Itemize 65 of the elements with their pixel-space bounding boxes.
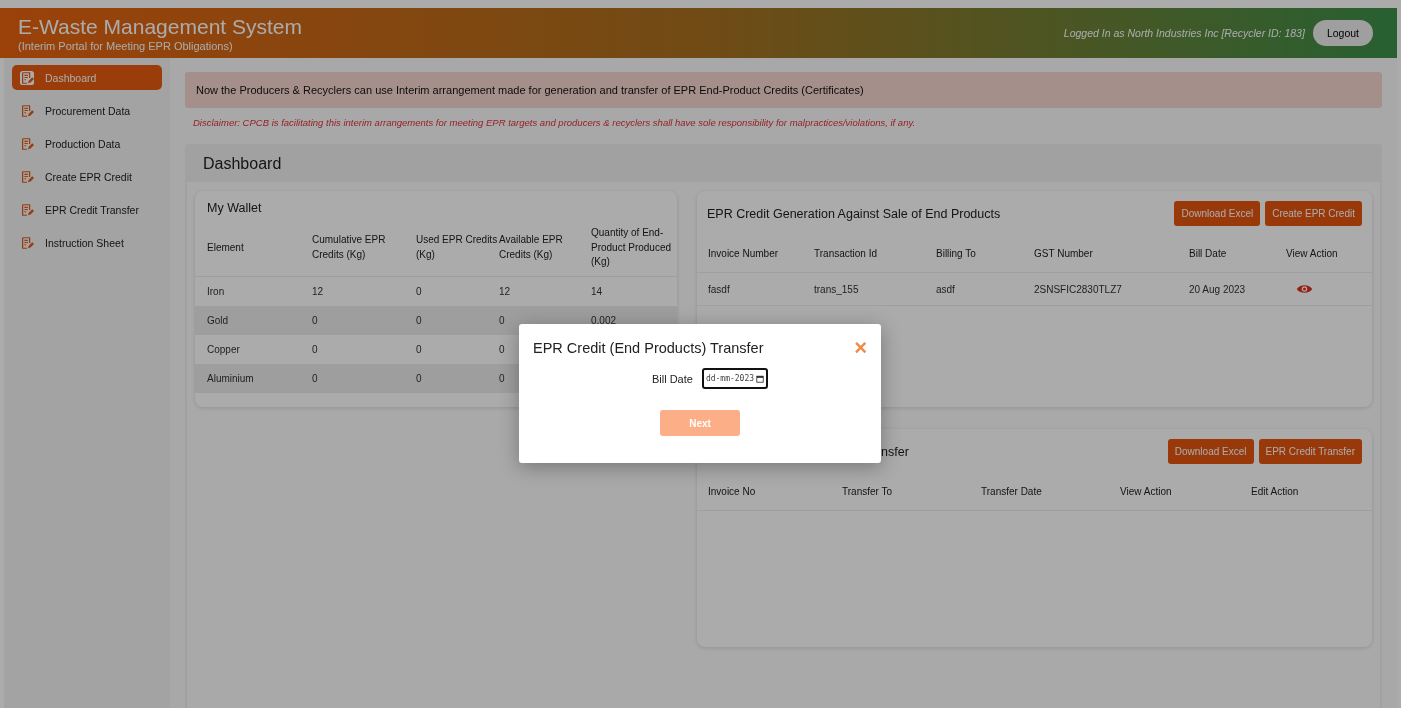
- document-icon: [20, 235, 34, 250]
- document-icon: [20, 136, 34, 151]
- sidebar-item[interactable]: EPR Credit Transfer: [12, 197, 162, 222]
- table-cell-text: 20 Aug 2023: [1189, 283, 1247, 295]
- sidebar-item[interactable]: Production Data: [12, 131, 162, 156]
- card-title: My Wallet: [206, 201, 263, 217]
- sidebar-item[interactable]: Instruction Sheet: [12, 230, 162, 255]
- table-cell: 0: [312, 314, 318, 326]
- column-header: View Action: [1120, 485, 1173, 497]
- sidebar-item[interactable]: Procurement Data: [12, 98, 162, 123]
- table-cell: Copper: [207, 343, 240, 355]
- column-header: Bill Date: [1189, 247, 1228, 259]
- table-cell-text: 2SNSFIC2830TLZ7: [1034, 283, 1123, 295]
- table-cell: 0: [312, 343, 318, 355]
- document-icon: [20, 103, 34, 118]
- column-header: GST Number: [1034, 247, 1094, 259]
- date-field[interactable]: dd-mm-2023: [701, 368, 769, 389]
- column-header: Billing To: [936, 247, 977, 259]
- table-cell: 12: [312, 285, 324, 297]
- table-cell-text: asdf: [936, 283, 956, 295]
- table-cell: 0.002: [591, 314, 617, 326]
- table-cell: 0: [416, 314, 422, 326]
- column-header: Used EPR Credits (Kg): [416, 233, 499, 262]
- column-header: Invoice No: [708, 485, 757, 497]
- table-cell-text: fasdf: [708, 283, 731, 295]
- sidebar-item[interactable]: Create EPR Credit: [12, 164, 162, 189]
- column-header: Edit Action: [1251, 485, 1300, 497]
- table-cell: Iron: [207, 285, 225, 297]
- table-cell: 0: [312, 372, 318, 384]
- column-header: Invoice Number: [708, 247, 780, 259]
- table-cell: 0: [499, 372, 505, 384]
- column-header: Cumulative EPR Credits (Kg): [312, 233, 387, 262]
- table-cell: 14: [591, 285, 603, 297]
- table-cell: 0: [416, 343, 422, 355]
- table-cell: 0: [416, 285, 422, 297]
- document-icon: [20, 202, 34, 217]
- dashboard-title: Dashboard: [187, 146, 1380, 182]
- field-label: Bill Date: [651, 372, 693, 385]
- card-title: EPR Credit Generation Against Sale of End Products: [707, 206, 1001, 221]
- logged-in-text: Logged In as North Industries Inc [Recycler ID: 183]: [1063, 27, 1305, 39]
- app-title: E-Waste Management System: [18, 14, 302, 39]
- table-cell: Aluminium: [207, 372, 254, 384]
- column-header: View Action: [1286, 247, 1339, 259]
- table-cell: Gold: [207, 314, 229, 326]
- table-cell: 12: [499, 285, 511, 297]
- document-icon: [20, 70, 34, 85]
- disclaimer-text: Disclaimer: CPCB is facilitating this interim arrangements for meeting EPR targets and producers & recyclers shall have sole responsibility for malpractices/violations, if any.: [193, 117, 917, 128]
- column-header: Transfer To: [842, 485, 894, 497]
- document-icon: [20, 169, 34, 184]
- logout-button[interactable]: Logout: [1312, 20, 1373, 46]
- column-header: Transaction Id: [814, 247, 878, 259]
- table-cell: 0: [416, 372, 422, 384]
- column-header: Transfer Date: [981, 485, 1043, 497]
- table-cell-text: trans_155: [814, 283, 860, 295]
- card-title: nsfer: [881, 444, 909, 459]
- table-cell: 0: [499, 314, 505, 326]
- column-header: Element: [207, 240, 244, 255]
- table-cell: 0: [499, 343, 505, 355]
- column-header: Quantity of End-Product Produced (Kg): [591, 226, 673, 269]
- dialog-title: EPR Credit (End Products) Transfer: [533, 340, 764, 356]
- eye-icon[interactable]: [1296, 283, 1313, 295]
- column-header: Available EPR Credits (Kg): [499, 233, 564, 262]
- notice-banner: Now the Producers & Recyclers can use Interim arrangement made for generation and transfer of EPR End-Product Credits (Certificates): [185, 72, 1382, 108]
- calendar-icon[interactable]: [756, 374, 765, 383]
- app-subtitle: (Interim Portal for Meeting EPR Obligations): [18, 39, 234, 52]
